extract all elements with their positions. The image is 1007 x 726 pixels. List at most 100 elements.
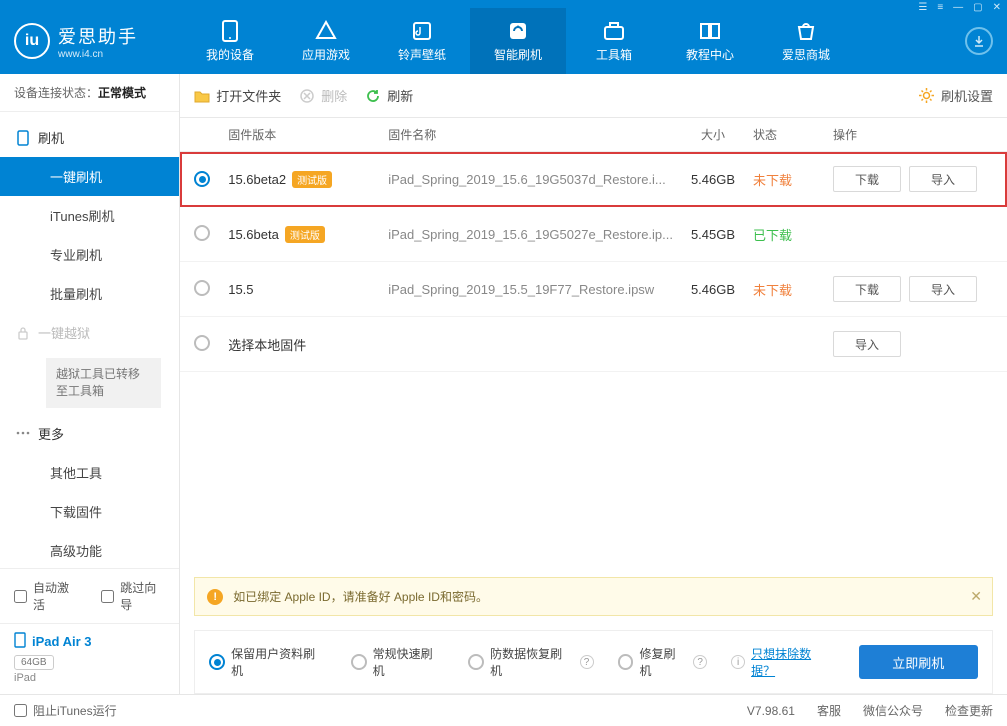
- cell-size: 5.46GB: [673, 172, 753, 187]
- table-row[interactable]: 15.6beta2测试版iPad_Spring_2019_15.6_19G503…: [180, 152, 1007, 207]
- help-icon[interactable]: ?: [693, 655, 707, 669]
- tablet-icon: [14, 632, 26, 651]
- sidebar-item-other-tools[interactable]: 其他工具: [0, 453, 179, 492]
- nav-toolbox[interactable]: 工具箱: [566, 8, 662, 74]
- skip-guide-checkbox[interactable]: [101, 590, 114, 603]
- music-icon: [411, 20, 433, 42]
- op-button[interactable]: 下载: [833, 166, 901, 192]
- info-icon[interactable]: i: [731, 655, 745, 669]
- cell-ops: 下载导入: [833, 276, 993, 302]
- logo: iu 爱思助手 www.i4.cn: [14, 23, 182, 60]
- nav-my-device[interactable]: 我的设备: [182, 8, 278, 74]
- footer-update[interactable]: 检查更新: [945, 702, 993, 719]
- row-radio[interactable]: [194, 171, 210, 187]
- flash-options: 保留用户资料刷机 常规快速刷机 防数据恢复刷机? 修复刷机? i只想抹除数据？ …: [194, 630, 993, 694]
- nav-store[interactable]: 爱思商城: [758, 8, 854, 74]
- appleid-warning: ! 如已绑定 Apple ID，请准备好 Apple ID和密码。 ✕: [194, 577, 993, 616]
- table-row[interactable]: 选择本地固件 导入: [180, 317, 1007, 372]
- nav-smart-flash[interactable]: 智能刷机: [470, 8, 566, 74]
- sidebar-head-more[interactable]: 更多: [0, 414, 179, 453]
- cell-name: iPad_Spring_2019_15.6_19G5037d_Restore.i…: [388, 172, 673, 187]
- erase-only-link[interactable]: 只想抹除数据？: [751, 645, 835, 679]
- cell-version: 15.5: [228, 282, 388, 297]
- delete-icon: [299, 88, 315, 104]
- cell-name: iPad_Spring_2019_15.5_19F77_Restore.ipsw: [388, 282, 673, 297]
- op-button[interactable]: 导入: [833, 331, 901, 357]
- op-button[interactable]: 导入: [909, 166, 977, 192]
- opt-normal[interactable]: 常规快速刷机: [351, 645, 445, 679]
- op-button[interactable]: 导入: [909, 276, 977, 302]
- store-icon: [795, 20, 817, 42]
- sidebar-item-download-fw[interactable]: 下载固件: [0, 492, 179, 531]
- refresh-button[interactable]: 刷新: [365, 86, 413, 105]
- sidebar-item-itunes-flash[interactable]: iTunes刷机: [0, 196, 179, 235]
- win-list-icon[interactable]: ≡: [937, 2, 943, 13]
- device-info[interactable]: iPad Air 3 64GB iPad: [0, 624, 179, 694]
- th-name: 固件名称: [388, 126, 673, 143]
- table-row[interactable]: 15.6beta测试版iPad_Spring_2019_15.6_19G5027…: [180, 207, 1007, 262]
- sidebar-item-onekey-flash[interactable]: 一键刷机: [0, 157, 179, 196]
- help-icon[interactable]: ?: [580, 655, 594, 669]
- sidebar-item-advanced[interactable]: 高级功能: [0, 531, 179, 568]
- toolbox-icon: [603, 20, 625, 42]
- nav-ringtones[interactable]: 铃声壁纸: [374, 8, 470, 74]
- op-button[interactable]: 下载: [833, 276, 901, 302]
- footer-support[interactable]: 客服: [817, 702, 841, 719]
- app-title: 爱思助手: [58, 23, 138, 49]
- row-radio[interactable]: [194, 280, 210, 296]
- more-icon: [16, 426, 30, 440]
- window-controls: ☰ ≡ — ▢ ✕: [918, 2, 1001, 13]
- apps-icon: [315, 20, 337, 42]
- th-version: 固件版本: [228, 126, 388, 143]
- jailbreak-moved-note: 越狱工具已转移至工具箱: [46, 358, 161, 408]
- opt-anti-recovery[interactable]: 防数据恢复刷机?: [468, 645, 593, 679]
- flash-small-icon: [16, 131, 30, 145]
- flash-icon: [507, 20, 529, 42]
- cell-version: 选择本地固件: [228, 335, 388, 354]
- table-header: 固件版本 固件名称 大小 状态 操作: [180, 118, 1007, 152]
- cell-size: 5.46GB: [673, 282, 753, 297]
- row-radio[interactable]: [194, 225, 210, 241]
- th-ops: 操作: [833, 126, 993, 143]
- cell-name: iPad_Spring_2019_15.6_19G5027e_Restore.i…: [388, 227, 673, 242]
- cell-ops: 下载导入: [833, 166, 993, 192]
- sidebar-item-pro-flash[interactable]: 专业刷机: [0, 235, 179, 274]
- sidebar-head-flash[interactable]: 刷机: [0, 118, 179, 157]
- win-maximize-icon[interactable]: ▢: [973, 2, 982, 13]
- cell-status: 已下载: [753, 225, 833, 244]
- open-folder-button[interactable]: 打开文件夹: [194, 86, 281, 105]
- auto-activate-checkbox[interactable]: [14, 590, 27, 603]
- win-minimize-icon[interactable]: —: [953, 2, 963, 13]
- download-indicator-icon[interactable]: [965, 27, 993, 55]
- firmware-rows: 15.6beta2测试版iPad_Spring_2019_15.6_19G503…: [180, 152, 1007, 372]
- row-radio[interactable]: [194, 335, 210, 351]
- storage-badge: 64GB: [14, 655, 54, 670]
- cell-version: 15.6beta2测试版: [228, 171, 388, 188]
- close-icon[interactable]: ✕: [970, 588, 982, 605]
- nav: 我的设备 应用游戏 铃声壁纸 智能刷机 工具箱 教程中心 爱思商城: [182, 8, 965, 74]
- book-icon: [699, 20, 721, 42]
- cell-version: 15.6beta测试版: [228, 226, 388, 243]
- table-row[interactable]: 15.5iPad_Spring_2019_15.5_19F77_Restore.…: [180, 262, 1007, 317]
- folder-icon: [194, 88, 210, 104]
- sidebar-item-batch-flash[interactable]: 批量刷机: [0, 274, 179, 313]
- beta-tag: 测试版: [292, 171, 332, 188]
- win-settings-icon[interactable]: ☰: [918, 2, 927, 13]
- win-close-icon[interactable]: ✕: [993, 2, 1001, 13]
- cell-status: 未下载: [753, 170, 833, 189]
- refresh-icon: [365, 88, 381, 104]
- logo-icon: iu: [14, 23, 50, 59]
- flash-settings-button[interactable]: 刷机设置: [919, 86, 993, 105]
- gear-icon: [919, 88, 935, 104]
- flash-now-button[interactable]: 立即刷机: [859, 645, 978, 679]
- auto-activate-row: 自动激活 跳过向导: [0, 569, 179, 624]
- opt-keep-data[interactable]: 保留用户资料刷机: [209, 645, 326, 679]
- nav-apps[interactable]: 应用游戏: [278, 8, 374, 74]
- nav-tutorials[interactable]: 教程中心: [662, 8, 758, 74]
- footer: 阻止iTunes运行 V7.98.61 客服 微信公众号 检查更新: [0, 694, 1007, 726]
- delete-button: 删除: [299, 86, 347, 105]
- footer-wechat[interactable]: 微信公众号: [863, 702, 923, 719]
- block-itunes-checkbox[interactable]: [14, 704, 27, 717]
- opt-repair[interactable]: 修复刷机?: [618, 645, 708, 679]
- connection-status: 设备连接状态：正常模式: [0, 74, 179, 112]
